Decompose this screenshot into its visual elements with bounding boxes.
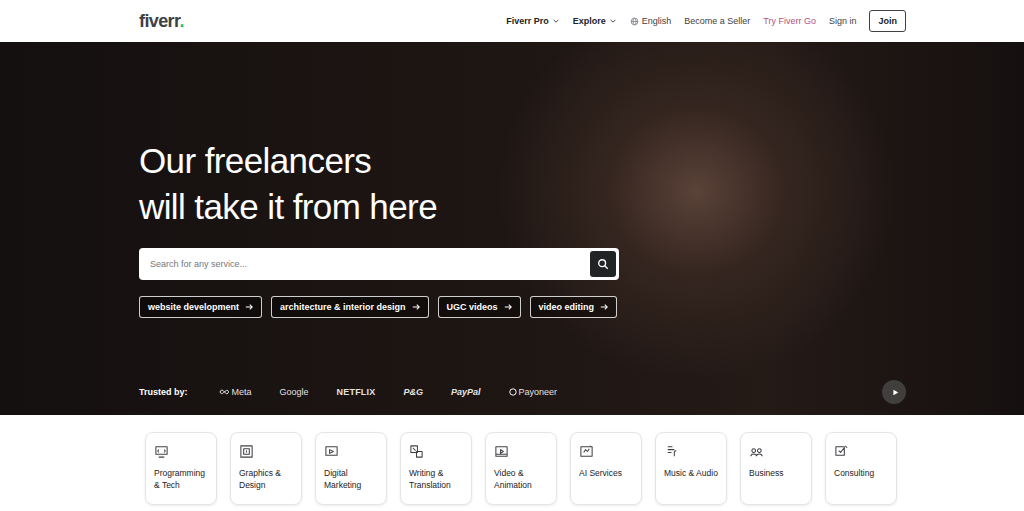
category-icon — [324, 444, 339, 459]
tag-button[interactable]: video editing — [530, 296, 618, 318]
brand-logo: Meta — [219, 387, 252, 397]
nav-item[interactable]: English — [630, 16, 672, 26]
chevron-down-icon — [552, 17, 560, 25]
search-bar — [139, 248, 619, 280]
play-button[interactable] — [882, 380, 906, 404]
category-icon — [749, 444, 764, 459]
category-icon — [409, 444, 424, 459]
play-icon — [892, 389, 899, 396]
popular-tags: website development architecture & inter… — [139, 296, 906, 318]
nav-item[interactable]: Fiverr Pro — [506, 16, 560, 26]
hero-heading: Our freelancerswill take it from here — [139, 138, 906, 230]
brand-logo: Google — [280, 387, 309, 397]
arrow-right-icon — [504, 303, 512, 311]
category-card[interactable]: Digital Marketing — [315, 432, 387, 505]
brand-logo: Payoneer — [509, 387, 558, 397]
hero-video: Our freelancerswill take it from here we… — [0, 42, 1024, 415]
brand-logo: P&G — [403, 387, 423, 397]
nav-item[interactable]: Sign in — [829, 16, 857, 26]
circle-icon — [509, 388, 517, 396]
globe-icon — [630, 17, 639, 26]
category-card[interactable]: Music & Audio — [655, 432, 727, 505]
category-icon — [239, 444, 254, 459]
tag-button[interactable]: UGC videos — [438, 296, 521, 318]
category-card[interactable]: Programming & Tech — [145, 432, 217, 505]
trusted-label: Trusted by: — [139, 387, 188, 397]
fiverr-homepage: fiverr. Fiverr Pro Explore English Becom… — [0, 0, 1024, 511]
category-icon — [494, 444, 509, 459]
brand-list: Meta Google NETFLIX P&G PayPal Payoneer — [219, 387, 558, 397]
category-icon — [579, 444, 594, 459]
category-icon — [834, 444, 849, 459]
arrow-right-icon — [412, 303, 420, 311]
nav-item[interactable]: Become a Seller — [684, 16, 750, 26]
category-card[interactable]: Graphics & Design — [230, 432, 302, 505]
nav-item[interactable]: Explore — [573, 16, 617, 26]
nav-item[interactable]: Try Fiverr Go — [763, 16, 816, 26]
category-row: Programming & Tech Graphics & Design Dig… — [0, 415, 1024, 505]
category-card[interactable]: Writing & Translation — [400, 432, 472, 505]
category-card[interactable]: Business — [740, 432, 812, 505]
category-card[interactable]: AI Services — [570, 432, 642, 505]
chevron-down-icon — [609, 17, 617, 25]
logo[interactable]: fiverr. — [139, 11, 184, 32]
category-card[interactable]: Consulting — [825, 432, 897, 505]
main-nav: Fiverr Pro Explore English Become a Sell… — [506, 10, 906, 32]
join-button[interactable]: Join — [869, 10, 906, 32]
trusted-by-row: Trusted by: Meta Google NETFLIX P&G PayP… — [139, 380, 906, 404]
top-bar: fiverr. Fiverr Pro Explore English Becom… — [0, 0, 1024, 42]
tag-button[interactable]: website development — [139, 296, 262, 318]
search-button[interactable] — [590, 251, 616, 277]
arrow-right-icon — [600, 303, 608, 311]
magnifier-icon — [597, 258, 609, 270]
arrow-right-icon — [245, 303, 253, 311]
category-card[interactable]: Video & Animation — [485, 432, 557, 505]
category-icon — [154, 444, 169, 459]
category-icon — [664, 444, 679, 459]
brand-logo: PayPal — [451, 387, 481, 397]
tag-button[interactable]: architecture & interior design — [271, 296, 429, 318]
infinity-icon — [219, 389, 230, 395]
search-input[interactable] — [148, 258, 590, 270]
brand-logo: NETFLIX — [337, 387, 376, 397]
